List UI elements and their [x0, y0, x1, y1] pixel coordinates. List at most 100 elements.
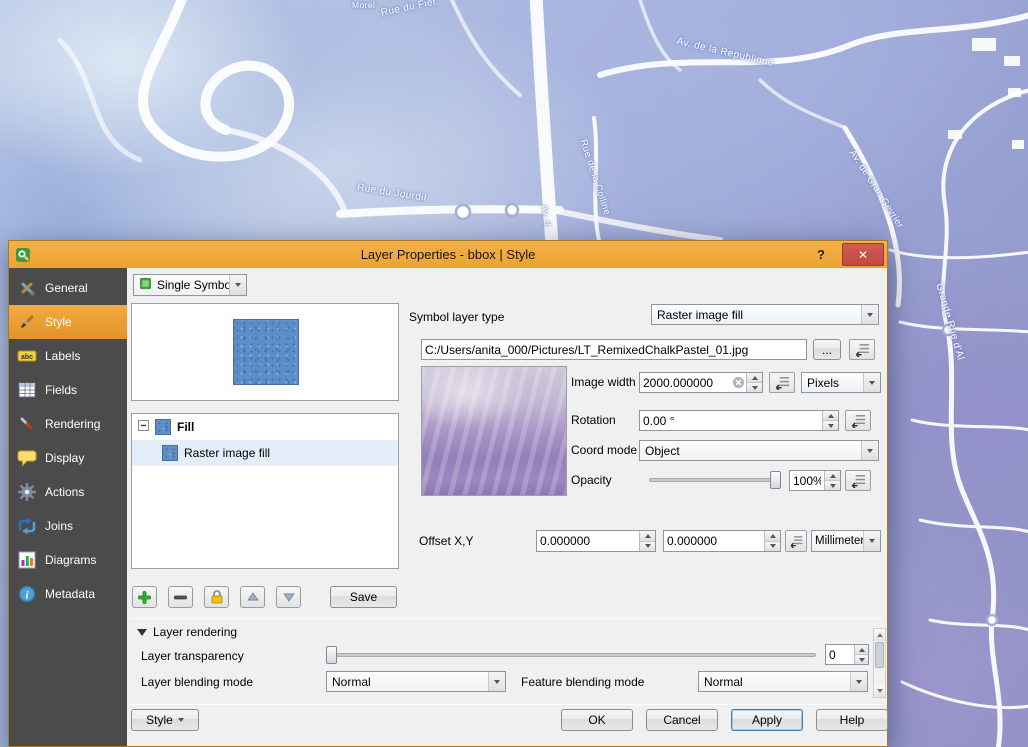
clear-value-icon[interactable]: [731, 373, 746, 392]
sidebar-item-general[interactable]: General: [9, 271, 127, 305]
feature-blending-label: Feature blending mode: [521, 675, 644, 689]
slider-handle[interactable]: [770, 471, 781, 489]
image-width-input[interactable]: [640, 373, 731, 392]
save-symbol-button[interactable]: Save: [330, 586, 397, 608]
image-width-label: Image width: [571, 375, 636, 389]
data-defined-override-button[interactable]: [769, 372, 795, 393]
sidebar-item-diagrams[interactable]: Diagrams: [9, 543, 127, 577]
data-defined-override-button[interactable]: [845, 470, 871, 491]
spin-arrows[interactable]: [854, 645, 868, 664]
spin-arrows[interactable]: [824, 471, 840, 490]
scroll-up-icon[interactable]: [874, 629, 885, 641]
image-width-spinbox[interactable]: [639, 372, 763, 393]
rotation-input[interactable]: [640, 411, 822, 430]
layer-blending-combobox[interactable]: Normal: [326, 671, 506, 692]
sidebar-label: Joins: [45, 519, 73, 533]
opacity-slider[interactable]: [649, 470, 781, 490]
feature-blending-combobox[interactable]: Normal: [698, 671, 868, 692]
offset-label: Offset X,Y: [419, 534, 473, 548]
apply-button[interactable]: Apply: [731, 709, 803, 731]
offset-x-input[interactable]: [537, 531, 639, 551]
info-icon: i: [17, 584, 37, 604]
image-width-unit-combobox[interactable]: Pixels: [801, 372, 881, 393]
sidebar-item-metadata[interactable]: i Metadata: [9, 577, 127, 611]
tree-row-raster-image-fill[interactable]: Raster image fill: [132, 440, 398, 466]
opacity-spinbox[interactable]: [789, 470, 841, 491]
offset-unit-combobox[interactable]: Millimeter: [811, 530, 881, 552]
data-defined-icon: [854, 342, 871, 357]
collapse-expander-icon[interactable]: [138, 420, 149, 434]
data-defined-override-button[interactable]: [845, 410, 871, 431]
layer-transparency-slider[interactable]: [326, 645, 816, 665]
close-button[interactable]: ✕: [842, 243, 884, 266]
sidebar-item-display[interactable]: Display: [9, 441, 127, 475]
symbol-layer-type-combobox[interactable]: Raster image fill: [651, 304, 879, 325]
chevron-down-icon: [178, 718, 184, 722]
data-defined-override-button[interactable]: [849, 339, 875, 360]
help-button-footer[interactable]: Help: [816, 709, 888, 731]
opacity-input[interactable]: [790, 471, 824, 490]
offset-y-spinbox[interactable]: [663, 530, 781, 552]
slider-groove[interactable]: [649, 478, 781, 482]
lock-icon: [209, 589, 225, 605]
lock-symbol-layer-button[interactable]: [204, 586, 229, 608]
coord-mode-combobox[interactable]: Object: [639, 440, 879, 461]
scrollbar-thumb[interactable]: [875, 642, 884, 668]
layer-transparency-spinbox[interactable]: [825, 644, 869, 665]
sidebar-label: Diagrams: [45, 553, 96, 567]
sidebar-item-rendering[interactable]: Rendering: [9, 407, 127, 441]
scrollbar-track[interactable]: [874, 641, 885, 685]
renderer-combobox[interactable]: Single Symbol: [133, 274, 247, 296]
move-layer-up-button[interactable]: [240, 586, 265, 608]
cancel-button[interactable]: Cancel: [646, 709, 718, 731]
feature-blending-value: Normal: [699, 672, 850, 691]
sidebar: General Style abc Labels Fields Renderin…: [9, 268, 127, 746]
opacity-label: Opacity: [571, 473, 612, 487]
rendering-scrollbar[interactable]: [873, 628, 886, 698]
spin-arrows[interactable]: [746, 373, 762, 392]
paint-rendering-icon: [17, 414, 37, 434]
dialog-titlebar[interactable]: Layer Properties - bbox | Style ? ✕: [9, 241, 887, 268]
layer-transparency-label: Layer transparency: [141, 649, 244, 663]
tree-fill-label: Fill: [177, 420, 194, 434]
symbol-layer-tree: Fill Raster image fill: [131, 413, 399, 569]
ok-button[interactable]: OK: [561, 709, 633, 731]
offset-y-input[interactable]: [664, 531, 764, 551]
fill-symbol-icon: [155, 419, 171, 435]
data-defined-icon: [789, 534, 804, 548]
svg-text:abc: abc: [21, 354, 33, 361]
move-layer-down-button[interactable]: [276, 586, 301, 608]
rotation-spinbox[interactable]: [639, 410, 839, 431]
chevron-down-icon: [863, 531, 880, 551]
spin-arrows[interactable]: [822, 411, 838, 430]
spin-arrows[interactable]: [764, 531, 780, 551]
scroll-down-icon[interactable]: [874, 685, 885, 697]
data-defined-icon: [774, 375, 791, 390]
offset-x-spinbox[interactable]: [536, 530, 656, 552]
layer-rendering-header[interactable]: Layer rendering: [137, 625, 237, 639]
slider-groove[interactable]: [326, 653, 816, 657]
sidebar-label: Labels: [45, 349, 80, 363]
sidebar-item-style[interactable]: Style: [9, 305, 127, 339]
image-path-input[interactable]: [422, 340, 806, 359]
sidebar-item-labels[interactable]: abc Labels: [9, 339, 127, 373]
spin-arrows[interactable]: [639, 531, 655, 551]
arrow-down-icon: [282, 590, 296, 604]
add-symbol-layer-button[interactable]: [132, 586, 157, 608]
sidebar-label: Fields: [45, 383, 77, 397]
data-defined-override-button[interactable]: [785, 530, 807, 552]
help-button[interactable]: ?: [809, 241, 833, 268]
style-menu-label: Style: [146, 713, 173, 727]
sidebar-label: Display: [45, 451, 84, 465]
remove-symbol-layer-button[interactable]: [168, 586, 193, 608]
style-menu-button[interactable]: Style: [131, 709, 199, 731]
slider-handle[interactable]: [326, 646, 337, 664]
tree-row-fill[interactable]: Fill: [132, 414, 398, 440]
collapse-triangle-icon[interactable]: [137, 625, 147, 639]
chevron-down-icon: [863, 373, 880, 392]
sidebar-item-fields[interactable]: Fields: [9, 373, 127, 407]
sidebar-item-joins[interactable]: Joins: [9, 509, 127, 543]
sidebar-item-actions[interactable]: Actions: [9, 475, 127, 509]
layer-transparency-input[interactable]: [826, 645, 854, 664]
browse-file-button[interactable]: ...: [813, 339, 841, 360]
